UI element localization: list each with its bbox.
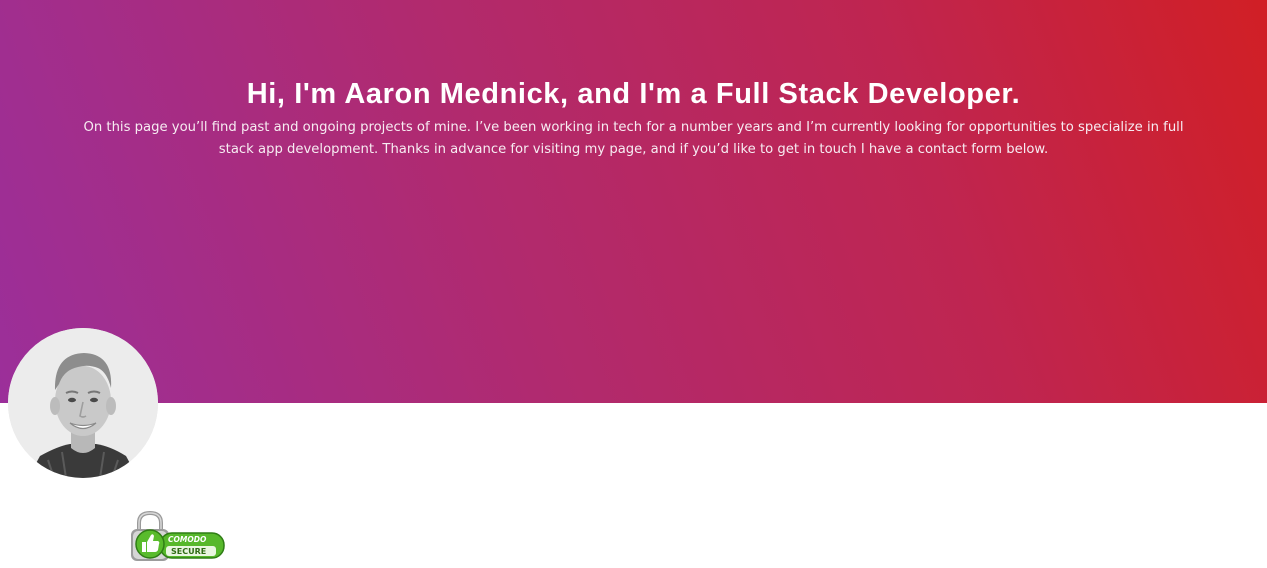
avatar-portrait: [8, 328, 158, 478]
avatar: [8, 328, 158, 478]
badge-label: SECURE: [171, 547, 206, 556]
page-title: Hi, I'm Aaron Mednick, and I'm a Full St…: [246, 78, 1021, 110]
badge-brand: COMODO: [168, 535, 207, 544]
comodo-secure-badge[interactable]: COMODO SECURE: [130, 510, 226, 563]
intro-paragraph: On this page you’ll find past and ongoin…: [83, 120, 1184, 157]
hero-banner: Hi, I'm Aaron Mednick, and I'm a Full St…: [0, 0, 1267, 403]
thumbs-up-icon: [135, 529, 165, 559]
